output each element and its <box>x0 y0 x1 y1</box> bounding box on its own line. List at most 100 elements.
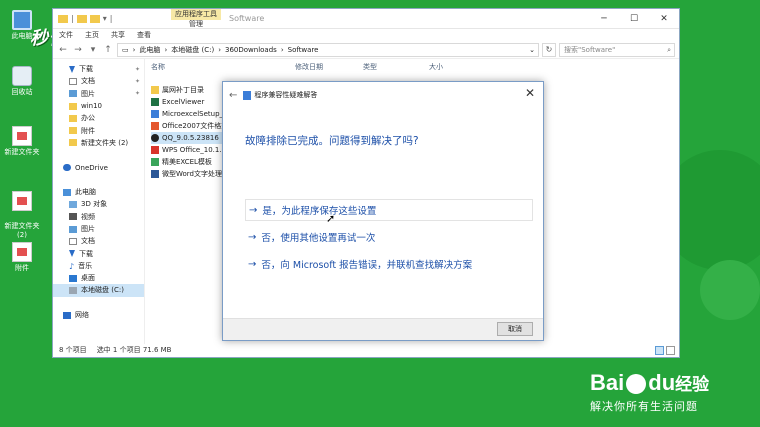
nav-item-label: 此电脑 <box>75 188 96 197</box>
onedrive-icon <box>63 164 71 172</box>
arrow-right-icon: → <box>248 231 257 243</box>
window-title: Software <box>229 14 265 23</box>
details-view-icon[interactable] <box>655 345 664 355</box>
pin-icon: ✦ <box>134 77 140 85</box>
address-dropdown-icon[interactable]: ⌄ <box>529 46 535 54</box>
tab-view[interactable]: 查看 <box>137 29 151 41</box>
nav-item-downloads-pc[interactable]: 下载 <box>53 247 144 259</box>
nav-item-label: 网络 <box>75 311 89 320</box>
nav-item-office[interactable]: 办公 <box>53 112 144 124</box>
up-arrow-icon[interactable]: ↑ <box>102 45 114 55</box>
nav-item-documents-pc[interactable]: 文档 <box>53 235 144 247</box>
wps-icon <box>151 146 159 155</box>
nav-item-pictures[interactable]: 图片 ✦ <box>53 88 144 100</box>
computer-icon <box>63 188 71 196</box>
pin-icon: ✦ <box>134 90 140 98</box>
excel-icon <box>151 98 159 107</box>
picture-icon <box>69 90 77 98</box>
breadcrumb-software[interactable]: Software <box>288 46 319 54</box>
dropdown-icon[interactable]: ▾ <box>103 14 107 23</box>
nav-item-attachment[interactable]: 附件 <box>53 124 144 136</box>
nav-item-3d-objects[interactable]: 3D 对象 <box>53 198 144 210</box>
folder-icon <box>69 127 77 135</box>
breadcrumb-360downloads[interactable]: 360Downloads <box>225 46 277 54</box>
nav-item-desktop[interactable]: 桌面 <box>53 272 144 284</box>
file-name: WPS Office_10.1.0. <box>162 146 229 155</box>
nav-item-win10[interactable]: win10 <box>53 100 144 112</box>
column-header-type[interactable]: 类型 <box>363 62 377 72</box>
document-icon <box>12 126 32 146</box>
nav-item-downloads[interactable]: 下载 ✦ <box>53 63 144 75</box>
forward-arrow-icon[interactable]: → <box>72 45 84 55</box>
document-icon <box>69 77 77 85</box>
nav-item-label: win10 <box>81 102 103 111</box>
search-input[interactable]: 搜索"Software" ⌕ <box>559 42 675 57</box>
nav-item-network[interactable]: 网络 <box>53 309 144 321</box>
nav-item-new-folder-2[interactable]: 新建文件夹 (2) <box>53 137 144 149</box>
dialog-close-button[interactable]: ✕ <box>525 86 535 100</box>
document-icon <box>12 191 32 211</box>
refresh-icon[interactable]: ↻ <box>542 42 556 57</box>
option-try-other-settings[interactable]: → 否，使用其他设置再试一次 <box>245 226 533 248</box>
nav-item-pictures-pc[interactable]: 图片 <box>53 223 144 235</box>
tab-home[interactable]: 主页 <box>85 29 99 41</box>
view-toggle <box>655 345 679 355</box>
desktop-icon-attachment[interactable]: 附件 <box>0 242 44 273</box>
file-name: QQ_9.0.5.23816 <box>162 134 219 143</box>
mouse-cursor-icon: ➚ <box>326 212 336 225</box>
option-report-to-microsoft[interactable]: → 否，向 Microsoft 报告错误，并联机查找解决方案 <box>245 253 533 275</box>
back-arrow-icon[interactable]: ← <box>229 90 237 101</box>
tab-share[interactable]: 共享 <box>111 29 125 41</box>
back-arrow-icon[interactable]: ← <box>57 45 69 55</box>
tab-file[interactable]: 文件 <box>59 29 73 41</box>
cancel-button[interactable]: 取消 <box>497 322 533 336</box>
desktop-icon-new-folder-2[interactable]: 新建文件夹 (2) <box>0 182 44 240</box>
3d-objects-icon <box>69 200 77 208</box>
tab-manage[interactable]: 管理 <box>171 20 221 29</box>
option-label: 是，为此程序保存这些设置 <box>262 206 377 217</box>
troubleshooter-icon <box>243 90 252 100</box>
nav-item-label: OneDrive <box>75 163 108 172</box>
picture-icon <box>69 225 77 233</box>
option-save-settings[interactable]: → 是，为此程序保存这些设置 <box>245 199 533 221</box>
setup-icon <box>151 110 159 119</box>
folder-icon[interactable] <box>58 14 68 23</box>
arrow-right-icon: → <box>249 204 258 216</box>
column-header-size[interactable]: 大小 <box>429 62 443 72</box>
nav-item-onedrive[interactable]: OneDrive <box>53 161 144 173</box>
new-folder-icon[interactable] <box>89 14 100 23</box>
recent-chevron-icon[interactable]: ▾ <box>87 45 99 55</box>
nav-item-label: 图片 <box>81 225 95 233</box>
nav-item-music[interactable]: ♪ 音乐 <box>53 260 144 272</box>
file-name: 精美EXCEL模板 <box>162 158 212 167</box>
address-bar[interactable]: ▭ › 此电脑 › 本地磁盘 (C:) › 360Downloads › Sof… <box>117 42 539 57</box>
dialog-footer: 取消 <box>223 318 543 340</box>
close-button[interactable]: ✕ <box>649 9 679 29</box>
office-icon <box>151 122 159 131</box>
breadcrumb-local-disk[interactable]: 本地磁盘 (C:) <box>171 45 214 55</box>
music-icon: ♪ <box>69 262 75 272</box>
minimize-button[interactable]: ─ <box>589 9 619 29</box>
maximize-button[interactable]: ☐ <box>619 9 649 29</box>
breadcrumb-this-pc[interactable]: 此电脑 <box>139 45 160 55</box>
properties-icon[interactable] <box>76 14 87 23</box>
folder-icon <box>151 86 159 95</box>
large-icons-view-icon[interactable] <box>666 345 675 355</box>
file-name: MicroexcelSetup_3 <box>162 110 228 119</box>
address-row: ← → ▾ ↑ ▭ › 此电脑 › 本地磁盘 (C:) › 360Downloa… <box>53 41 679 59</box>
nav-item-local-disk[interactable]: 本地磁盘 (C:) <box>53 284 144 297</box>
desktop-icon-recycle-bin[interactable]: 回收站 <box>0 66 44 97</box>
document-icon <box>69 237 77 245</box>
nav-item-label: 文档 <box>81 77 95 86</box>
desktop-icon-label: 新建文件夹 (2) <box>4 222 40 239</box>
dialog-header: ← 程序兼容性疑难解答 <box>223 82 543 108</box>
column-header-date[interactable]: 修改日期 <box>295 62 323 72</box>
column-header-name[interactable]: 名称 <box>151 62 165 72</box>
baidu-jingyan-branding: Bai du经验 解决你所有生活问题 <box>590 370 760 414</box>
nav-item-documents[interactable]: 文档 ✦ <box>53 75 144 87</box>
nav-item-this-pc[interactable]: 此电脑 <box>53 186 144 198</box>
desktop-icon-new-folder[interactable]: 新建文件夹 <box>0 126 44 157</box>
nav-item-videos[interactable]: 视频 <box>53 211 144 223</box>
ribbon-tabs: 文件 主页 共享 查看 <box>53 29 679 41</box>
